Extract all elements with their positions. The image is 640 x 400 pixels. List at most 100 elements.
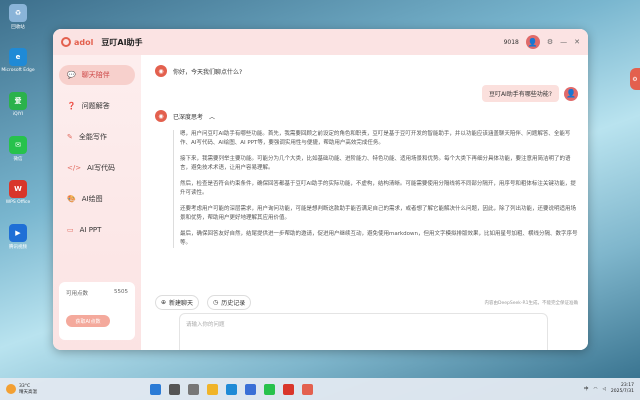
app-title: 豆叮AI助手 (101, 37, 143, 47)
desktop-icon-label: 腾讯视频 (9, 245, 27, 250)
desktop-icon[interactable]: e Microsoft Edge (1, 48, 35, 88)
desktop-icon-label: 微信 (13, 157, 23, 162)
weather-widget[interactable]: 33°C 晴天高温 (6, 384, 37, 395)
sun-icon (6, 384, 16, 394)
sidebar-item[interactable]: 🎨 AI绘图 (59, 189, 135, 209)
desktop-icon-label: Microsoft Edge (1, 68, 35, 73)
thinking-header[interactable]: ◉ 已深度思考 ︿ (155, 110, 578, 122)
app-shortcut-icon: ✉ (9, 136, 27, 154)
disclaimer-text: 内容由DeepSeek-R1生成，不能完全保证准确 (484, 300, 578, 306)
desktop-icons: ♻ 回收站 e Microsoft Edge 爱 iQIYI ✉ 微信 W WPS Office ▶… (1, 4, 35, 268)
history-button[interactable]: ◷ 历史记录 (207, 295, 252, 310)
user-question: 豆叮AI助手有哪些功能? (481, 85, 559, 102)
settings-icon[interactable]: ⚙ (547, 38, 553, 46)
nav-icon: ❓ (67, 102, 76, 110)
user-message: 豆叮AI助手有哪些功能? 👤 (155, 85, 578, 102)
title-bar: adol 豆叮AI助手 9018 👤 ⚙ — ✕ (53, 29, 588, 55)
sidebar: 💬 聊天陪伴 ❓ 问题解答 ✎ 全能写作 </> AI写代码 🎨 AI绘图 ▭ AI PPT 可用点数… (53, 55, 141, 350)
input-placeholder: 请输入你的问题 (186, 322, 225, 328)
points-card: 可用点数 5505 获取AI点数 (59, 282, 135, 340)
app-shortcut-icon: ♻ (9, 4, 27, 22)
nav-icon: 💬 (67, 71, 76, 79)
new-chat-label: 新建聊天 (169, 300, 194, 307)
desktop-icon[interactable]: ✉ 微信 (4, 136, 32, 176)
history-icon: ◷ (213, 299, 219, 306)
thinking-paragraph: 嗯，用户问豆叮AI助手有哪些功能。首先，我需要回顾之前设定的角色和职责，豆叮是基… (180, 131, 571, 146)
thinking-label: 已深度思考 (173, 113, 204, 121)
points-label: 可用点数 (66, 291, 89, 297)
desktop-icon[interactable]: ♻ 回收站 (4, 4, 32, 44)
ai-message: ◉ 你好，今天我们聊点什么? (155, 65, 578, 77)
plus-icon: ⊕ (161, 299, 167, 306)
thinking-paragraph: 然后，检查是否符合约束条件，确保回答都基于豆叮AI助手的实际功能，不虚构，结构清… (180, 181, 576, 196)
wifi-icon[interactable]: ◠ (594, 387, 598, 392)
app-window: adol 豆叮AI助手 9018 👤 ⚙ — ✕ 💬 聊天陪伴 ❓ 问题解答 ✎ 全能写作… (53, 29, 588, 350)
chat-area[interactable]: ◉ 你好，今天我们聊点什么? 豆叮AI助手有哪些功能? 👤 ◉ 已深度思考 ︿ … (155, 65, 578, 291)
floating-assistant-icon[interactable]: ⚙ (630, 68, 640, 90)
system-tray: 中 ◠ ◁ 23:17 2025/7/31 (584, 383, 634, 395)
user-id: 9018 (503, 38, 519, 46)
desktop-icon-label: iQIYI (12, 112, 24, 117)
app-shortcut-icon: ▶ (9, 224, 27, 242)
sidebar-item-label: AI绘图 (81, 195, 103, 203)
wps-icon[interactable] (283, 383, 294, 395)
ai-avatar-icon: ◉ (155, 65, 167, 77)
nav-icon: 🎨 (67, 195, 76, 203)
ai-avatar-icon: ◉ (155, 110, 167, 122)
chat-input[interactable]: 请输入你的问题 ➤ (179, 313, 548, 350)
close-button[interactable]: ✕ (574, 38, 580, 46)
points-value: 5505 (114, 289, 128, 295)
desktop-icon[interactable]: W WPS Office (4, 180, 32, 220)
thinking-content: 嗯，用户问豆叮AI助手有哪些功能。首先，我需要回顾之前设定的角色和职责，豆叮是基… (173, 130, 578, 248)
nav-icon: </> (67, 164, 82, 172)
douding-icon[interactable] (302, 383, 313, 395)
logo-text: adol (74, 37, 94, 47)
sidebar-item[interactable]: ✎ 全能写作 (59, 127, 135, 147)
desktop-icon-label: WPS Office (5, 200, 31, 205)
sidebar-item[interactable]: 💬 聊天陪伴 (59, 65, 135, 85)
wechat-icon[interactable] (264, 383, 275, 395)
thinking-paragraph: 最后，确保回答友好自然，结尾提供进一步帮助的邀请，促进用户继续互动，避免使用ma… (180, 231, 578, 246)
sidebar-item-label: 全能写作 (78, 133, 107, 141)
desktop-icon-label: 回收站 (11, 25, 25, 30)
taskbar: 33°C 晴天高温 中 ◠ ◁ 23:17 2025/7/31 (0, 378, 640, 400)
greeting-text: 你好，今天我们聊点什么? (173, 68, 243, 76)
new-chat-button[interactable]: ⊕ 新建聊天 (155, 295, 200, 310)
search-icon[interactable] (169, 383, 180, 395)
volume-icon[interactable]: ◁ (602, 387, 605, 392)
desktop-icon[interactable]: 爱 iQIYI (4, 92, 32, 132)
taskview-icon[interactable] (188, 383, 199, 395)
get-points-button[interactable]: 获取AI点数 (66, 315, 110, 327)
avatar-icon[interactable]: 👤 (525, 35, 540, 49)
main-panel: ◉ 你好，今天我们聊点什么? 豆叮AI助手有哪些功能? 👤 ◉ 已深度思考 ︿ … (141, 55, 588, 350)
desktop-icon[interactable]: ▶ 腾讯视频 (4, 224, 32, 264)
sidebar-item-label: AI写代码 (87, 164, 115, 172)
app-logo: adol (61, 37, 93, 47)
thinking-paragraph: 接下来，我需要列举主要功能。可能分为几个大类，比如基础功能、进阶能力、特色功能、… (180, 156, 571, 171)
user-avatar-icon: 👤 (564, 86, 578, 101)
sidebar-item[interactable]: ❓ 问题解答 (59, 96, 135, 116)
sidebar-item[interactable]: ▭ AI PPT (59, 220, 135, 240)
thinking-paragraph: 还要考虑用户可能的深层需求，用户询问功能，可能是想判断这款助手能否满足自己的需求… (180, 206, 577, 221)
store-icon[interactable] (245, 383, 256, 395)
sidebar-item-label: 聊天陪伴 (81, 71, 110, 79)
start-icon[interactable] (150, 383, 161, 395)
history-label: 历史记录 (221, 300, 246, 307)
sidebar-item[interactable]: </> AI写代码 (59, 158, 135, 178)
nav-icon: ▭ (67, 226, 74, 234)
chat-toolbar: ⊕ 新建聊天 ◷ 历史记录 内容由DeepSeek-R1生成，不能完全保证准确 (155, 295, 578, 310)
nav-icon: ✎ (67, 133, 73, 141)
clock[interactable]: 23:17 2025/7/31 (611, 383, 634, 395)
chevron-up-icon[interactable]: ︿ (209, 112, 215, 121)
clock-date: 2025/7/31 (610, 389, 634, 394)
edge-icon[interactable] (226, 383, 237, 395)
minimize-button[interactable]: — (560, 38, 567, 46)
logo-ring-icon (61, 37, 71, 47)
app-shortcut-icon: e (9, 48, 27, 66)
app-shortcut-icon: 爱 (9, 92, 27, 110)
taskbar-apps (150, 383, 313, 395)
sidebar-item-label: 问题解答 (81, 102, 110, 110)
language-indicator[interactable]: 中 (584, 386, 589, 392)
explorer-icon[interactable] (207, 383, 218, 395)
app-shortcut-icon: W (9, 180, 27, 198)
